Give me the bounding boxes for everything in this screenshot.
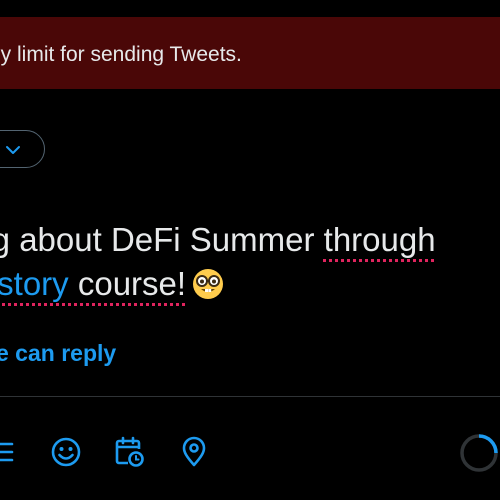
error-banner: ly limit for sending Tweets. (0, 17, 500, 89)
tweet-line-1: ing about DeFi Summer through (0, 218, 500, 262)
misspelled-word: through (323, 221, 436, 258)
tweet-line-2: History course! (0, 262, 500, 306)
tweet-text-segment: course! (69, 265, 186, 302)
tweet-link[interactable]: History (0, 265, 69, 302)
error-banner-text: ly limit for sending Tweets. (0, 43, 242, 66)
divider (0, 396, 500, 397)
tweet-composer: ly limit for sending Tweets. ing about D… (0, 0, 500, 500)
location-button[interactable] (176, 434, 212, 470)
reply-setting-button[interactable]: e can reply (0, 340, 116, 367)
audience-selector-button[interactable] (0, 130, 45, 168)
nerd-face-emoji (193, 269, 224, 299)
emoji-icon (51, 437, 81, 467)
location-icon (182, 436, 206, 467)
chevron-down-icon (6, 146, 20, 154)
list-icon (0, 442, 14, 462)
list-button[interactable] (0, 434, 22, 470)
misspelled-word: course! (68, 265, 187, 302)
schedule-icon (115, 436, 144, 467)
schedule-button[interactable] (112, 434, 148, 470)
tweet-text-input[interactable]: ing about DeFi Summer through History co… (0, 218, 500, 306)
tweet-text-segment: ing about DeFi Summer (0, 221, 324, 258)
emoji-button[interactable] (48, 434, 84, 470)
character-progress-ring (458, 432, 500, 474)
